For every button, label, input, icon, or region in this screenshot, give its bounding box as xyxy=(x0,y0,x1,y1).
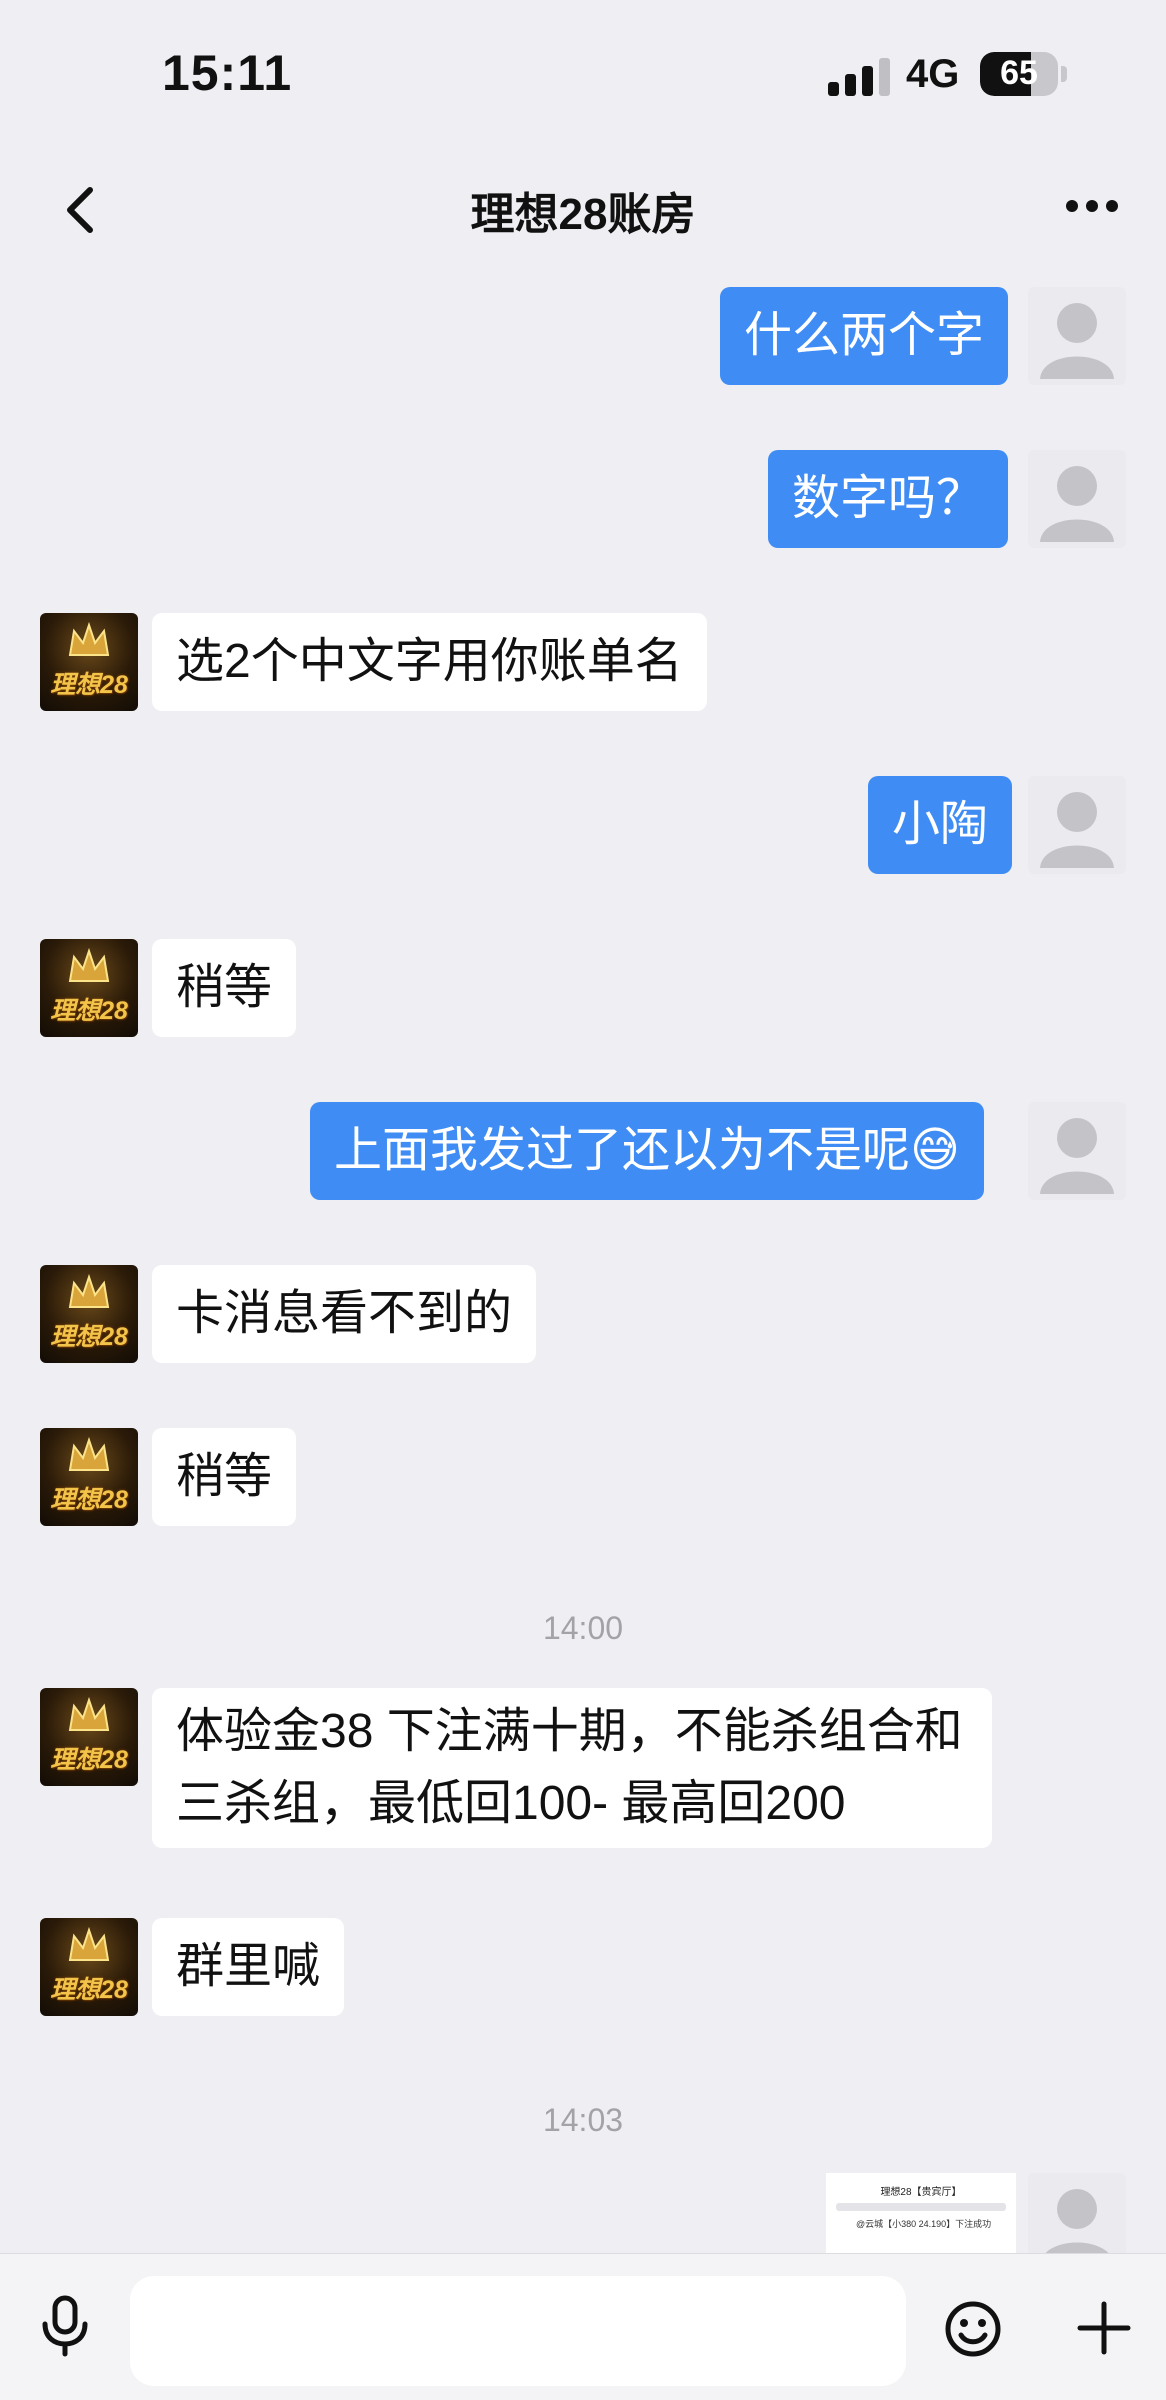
message-bubble-outgoing[interactable]: 什么两个字 xyxy=(720,287,1009,385)
user-avatar[interactable] xyxy=(1028,287,1126,385)
message-bubble-incoming[interactable]: 稍等 xyxy=(152,939,297,1037)
crown-logo-icon xyxy=(68,1696,110,1731)
nav-bar: 理想28账房 xyxy=(0,140,1166,280)
status-bar: 15:11 4G 65 xyxy=(0,0,1166,140)
message-bubble-incoming[interactable]: 卡消息看不到的 xyxy=(152,1265,537,1363)
message-bubble-outgoing[interactable]: 小陶 xyxy=(868,776,1013,874)
signal-strength-icon xyxy=(828,56,892,96)
message-bubble-incoming[interactable]: 群里喊 xyxy=(152,1918,345,2016)
chat-area[interactable]: 什么两个字 数字吗？ 理想28 选2个中文字用你账单名 小陶 理想28 稍等 上… xyxy=(0,280,1166,2253)
microphone-icon xyxy=(42,2295,88,2357)
user-avatar[interactable] xyxy=(1028,2173,1126,2253)
message-bubble-incoming[interactable]: 稍等 xyxy=(152,1428,297,1526)
bot-avatar-text: 理想28 xyxy=(50,1486,128,1514)
input-bar xyxy=(0,2253,1166,2400)
battery-icon: 65 xyxy=(980,52,1058,96)
crown-logo-icon xyxy=(68,1273,110,1308)
plus-button[interactable] xyxy=(1074,2298,1134,2358)
bot-avatar[interactable]: 理想28 xyxy=(40,1688,138,1786)
thumbnail-text: @云城【小380 24.190】下注成功 xyxy=(856,2219,992,2229)
user-avatar[interactable] xyxy=(1028,776,1126,874)
message-bubble-outgoing[interactable]: 数字吗？ xyxy=(768,450,1009,548)
timestamp: 14:00 xyxy=(542,1610,624,1646)
crown-logo-icon xyxy=(68,1436,110,1471)
bot-avatar[interactable]: 理想28 xyxy=(40,939,138,1037)
status-time: 15:11 xyxy=(162,45,293,101)
image-message-thumbnail[interactable]: 理想28【贵宾厅】 @云城【小380 24.190】下注成功 xyxy=(826,2173,1016,2253)
chat-title: 理想28账房 xyxy=(470,190,696,239)
more-button[interactable] xyxy=(1064,186,1120,226)
emoji-button[interactable] xyxy=(944,2300,1002,2358)
crown-logo-icon xyxy=(68,1926,110,1961)
user-avatar[interactable] xyxy=(1028,450,1126,548)
default-avatar-icon xyxy=(1040,466,1114,542)
default-avatar-icon xyxy=(1040,792,1114,868)
message-bubble-incoming[interactable]: 选2个中文字用你账单名 xyxy=(152,613,707,711)
more-dots-icon xyxy=(1066,200,1118,212)
message-bubble-incoming[interactable]: 体验金38 下注满十期，不能杀组合和三杀组，最低回100- 最高回200 xyxy=(152,1688,992,1848)
crown-logo-icon xyxy=(68,621,110,656)
bot-avatar[interactable]: 理想28 xyxy=(40,1918,138,2016)
thumbnail-title: 理想28【贵宾厅】 xyxy=(880,2187,962,2198)
network-type: 4G xyxy=(906,52,960,96)
thumbnail-line xyxy=(836,2203,1006,2211)
bot-avatar-text: 理想28 xyxy=(50,997,128,1025)
plus-icon xyxy=(1077,2301,1131,2355)
timestamp: 14:03 xyxy=(542,2102,624,2138)
crown-logo-icon xyxy=(68,947,110,982)
default-avatar-icon xyxy=(1040,303,1114,379)
bot-avatar-text: 理想28 xyxy=(50,671,128,699)
bot-avatar[interactable]: 理想28 xyxy=(40,1428,138,1526)
message-bubble-outgoing[interactable]: 上面我发过了还以为不是呢😅 xyxy=(310,1102,985,1200)
bot-avatar[interactable]: 理想28 xyxy=(40,1265,138,1363)
bot-avatar-text: 理想28 xyxy=(50,1976,128,2004)
user-avatar[interactable] xyxy=(1028,1102,1126,1200)
voice-button[interactable] xyxy=(38,2294,92,2358)
bot-avatar-text: 理想28 xyxy=(50,1323,128,1351)
battery-tip xyxy=(1061,66,1067,82)
message-input[interactable] xyxy=(130,2276,906,2386)
default-avatar-icon xyxy=(1045,2189,1109,2253)
bot-avatar-text: 理想28 xyxy=(50,1746,128,1774)
emoji-icon xyxy=(945,2301,1001,2357)
default-avatar-icon xyxy=(1040,1118,1114,1194)
battery-level: 65 xyxy=(1000,54,1038,92)
bot-avatar[interactable]: 理想28 xyxy=(40,613,138,711)
